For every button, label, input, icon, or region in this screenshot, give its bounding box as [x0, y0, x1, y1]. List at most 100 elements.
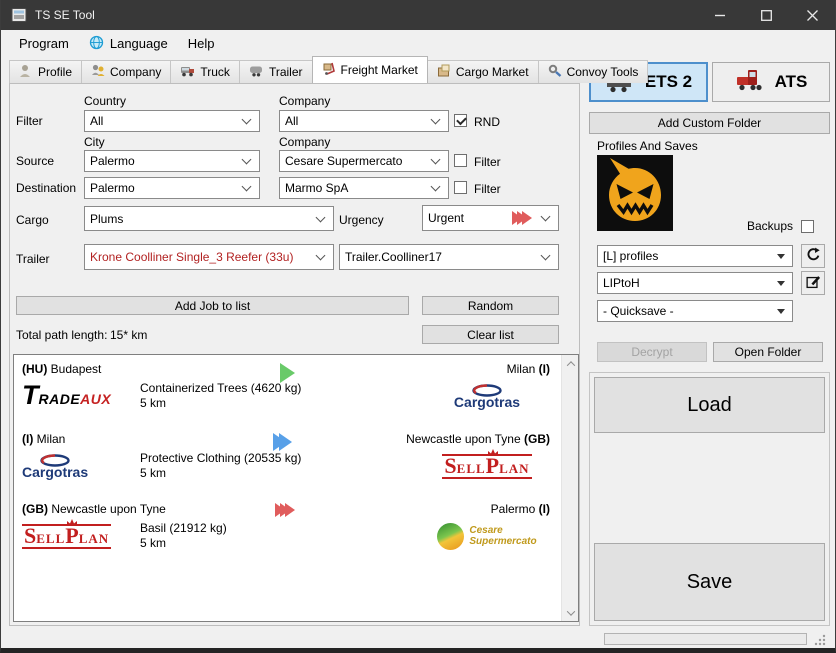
job-row-2[interactable]: (I) Milan Newcastle upon Tyne (GB) Cargo… — [14, 425, 578, 495]
job3-cargo: Basil (21912 kg)5 km — [132, 521, 428, 551]
cargotras-logo: Cargotras — [22, 454, 88, 478]
app-icon — [11, 7, 27, 23]
destination-filter-checkbox[interactable] — [454, 181, 467, 194]
app-window: TS SE Tool Program Language Help Profile… — [0, 0, 836, 653]
crown-icon — [487, 449, 499, 456]
source-filter-checkbox[interactable] — [454, 154, 467, 167]
profile-select[interactable]: LIPtoH — [597, 272, 793, 294]
trailer-select[interactable]: Krone Coolliner Single_3 Reefer (33u) — [84, 244, 334, 270]
source-company-select[interactable]: Cesare Supermercato — [279, 150, 449, 172]
tab-convoy-tools[interactable]: Convoy Tools — [538, 60, 649, 83]
company-icon — [91, 64, 105, 80]
menu-program[interactable]: Program — [9, 32, 79, 55]
job-row-1[interactable]: (HU) Budapest Milan (I) TRADEAUX Contain… — [14, 355, 578, 425]
backups-label: Backups — [747, 219, 793, 233]
tab-trailer[interactable]: Trailer — [239, 60, 313, 83]
save-slot-select[interactable]: - Quicksave - — [597, 300, 793, 322]
urgency-arrow-red-icon — [280, 503, 295, 520]
save-button[interactable]: Save — [594, 543, 825, 621]
scroll-down-icon[interactable] — [562, 604, 579, 621]
job2-cargo: Protective Clothing (20535 kg)5 km — [132, 451, 428, 481]
job2-origin: (I) Milan — [22, 432, 65, 446]
menu-language[interactable]: Language — [79, 31, 178, 57]
urgency-arrow-green-icon — [280, 363, 295, 386]
urgent-chevrons-icon — [517, 211, 532, 225]
load-save-group: Load Save — [589, 372, 830, 626]
scroll-up-icon[interactable] — [562, 355, 579, 372]
clear-list-button[interactable]: Clear list — [422, 325, 559, 344]
country-header: Country — [84, 94, 126, 108]
menu-bar: Program Language Help — [1, 30, 835, 57]
close-button[interactable] — [789, 0, 835, 30]
urgency-arrow-blue-icon — [280, 433, 292, 454]
globe-icon — [89, 35, 104, 53]
destination-label: Destination — [16, 181, 76, 195]
ats-button[interactable]: ATS — [712, 62, 830, 102]
refresh-icon — [806, 247, 821, 265]
cargo-label: Cargo — [16, 213, 49, 227]
rnd-label: RND — [474, 115, 500, 129]
truck-icon — [180, 65, 195, 80]
freight-market-panel: Country Company Filter All All RND City … — [9, 83, 580, 626]
trailer-icon — [249, 65, 264, 80]
rnd-checkbox[interactable] — [454, 114, 467, 127]
destination-city-select[interactable]: Palermo — [84, 177, 260, 199]
city-header: City — [84, 135, 105, 149]
open-folder-button[interactable]: Open Folder — [713, 342, 823, 362]
job1-destination: Milan (I) — [507, 362, 550, 376]
cargo-select[interactable]: Plums — [84, 206, 334, 231]
cesare-circle-icon — [437, 523, 464, 550]
job-row-3[interactable]: (GB) Newcastle upon Tyne Palermo (I) SEL… — [14, 495, 578, 565]
add-job-button[interactable]: Add Job to list — [16, 296, 409, 315]
trailer-variant-select[interactable]: Trailer.Coolliner17 — [339, 244, 559, 270]
job3-origin: (GB) Newcastle upon Tyne — [22, 502, 166, 516]
job-list-scrollbar[interactable] — [561, 355, 578, 621]
tab-cargo-market[interactable]: Cargo Market — [427, 60, 539, 83]
backups-row: Backups — [589, 219, 814, 233]
filter-country-select[interactable]: All — [84, 110, 260, 132]
source-city-select[interactable]: Palermo — [84, 150, 260, 172]
window-title: TS SE Tool — [35, 8, 95, 22]
edit-profile-button[interactable] — [801, 271, 825, 295]
source-filter-label: Filter — [474, 155, 501, 169]
tradeaux-logo: TRADEAUX — [22, 385, 111, 407]
company-header: Company — [279, 94, 330, 108]
profiles-folder-select[interactable]: [L] profiles — [597, 245, 793, 267]
crown-icon — [66, 519, 78, 526]
load-button[interactable]: Load — [594, 377, 825, 433]
tab-freight-market[interactable]: Freight Market — [312, 56, 428, 83]
decrypt-button[interactable]: Decrypt — [597, 342, 707, 362]
ats-truck-icon — [735, 66, 765, 98]
menu-help[interactable]: Help — [178, 32, 225, 55]
tab-strip: Profile Company Truck Trailer Freight Ma… — [9, 57, 647, 83]
urgency-label: Urgency — [339, 213, 384, 227]
add-custom-folder-button[interactable]: Add Custom Folder — [589, 112, 830, 134]
total-path-label: Total path length: — [16, 328, 107, 342]
backups-checkbox[interactable] — [801, 220, 814, 233]
tab-company[interactable]: Company — [81, 60, 171, 83]
cargotras-logo: Cargotras — [454, 384, 520, 408]
sellplan-logo: SELLPLAN — [442, 454, 531, 479]
progress-bar — [604, 633, 807, 645]
tab-profile[interactable]: Profile — [9, 60, 82, 83]
filter-company-select[interactable]: All — [279, 110, 449, 132]
trailer-label: Trailer — [16, 252, 50, 266]
convoy-tools-icon — [548, 64, 562, 80]
random-button[interactable]: Random — [422, 296, 559, 315]
profile-icon — [19, 64, 33, 80]
filter-label: Filter — [16, 114, 43, 128]
destination-company-select[interactable]: Marmo SpA — [279, 177, 449, 199]
sellplan-logo: SELLPLAN — [22, 524, 111, 549]
titlebar: TS SE Tool — [1, 0, 835, 30]
tab-truck[interactable]: Truck — [170, 60, 240, 83]
job2-destination: Newcastle upon Tyne (GB) — [406, 432, 550, 446]
job-list: (HU) Budapest Milan (I) TRADEAUX Contain… — [13, 354, 579, 622]
edit-icon — [806, 274, 821, 292]
destination-filter-label: Filter — [474, 182, 501, 196]
urgency-select[interactable]: Urgent — [422, 205, 559, 231]
resize-grip[interactable] — [813, 633, 827, 650]
freight-market-icon — [322, 62, 336, 78]
minimize-button[interactable] — [697, 0, 743, 30]
maximize-button[interactable] — [743, 0, 789, 30]
refresh-button[interactable] — [801, 244, 825, 268]
